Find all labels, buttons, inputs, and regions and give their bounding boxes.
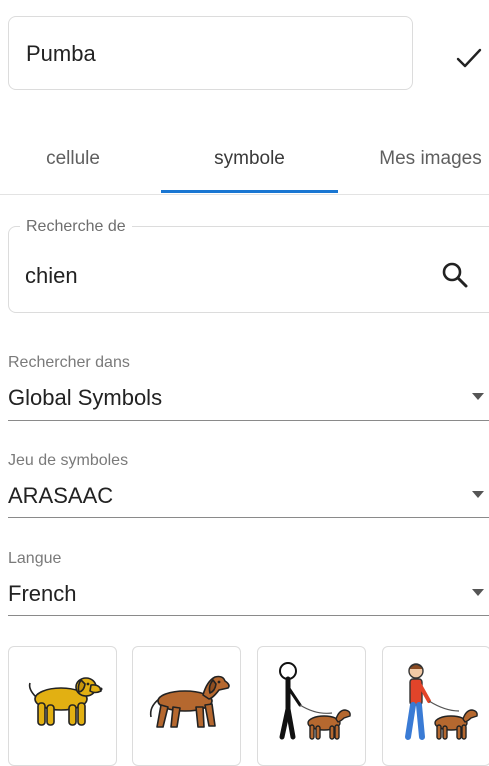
search-icon [442,262,468,288]
tab-mes-images[interactable]: Mes images [352,128,489,192]
cell-name-field[interactable]: Pumba [8,16,413,90]
search-in-underline [8,420,489,421]
search-field[interactable] [8,226,489,313]
arrow-drop-down-icon[interactable] [472,393,484,400]
search-in-label: Rechercher dans [8,354,130,371]
dog-icon [149,675,230,728]
language-label: Langue [8,550,62,567]
symbol-result-brown-dog[interactable] [132,646,241,766]
search-label: Recherche de [20,218,132,236]
confirm-button[interactable] [451,40,487,76]
language-select[interactable]: French [8,581,76,607]
check-icon [456,48,482,68]
tab-cellule[interactable]: cellule [0,128,146,192]
dog-icon [28,677,103,726]
search-input[interactable]: chien [25,263,78,289]
arrow-drop-down-icon[interactable] [472,589,484,596]
arrow-drop-down-icon[interactable] [472,491,484,498]
symbol-set-underline [8,517,489,518]
search-in-select[interactable]: Global Symbols [8,385,162,411]
symbol-result-walking-dog-person[interactable] [382,646,489,766]
symbol-result-walking-dog-stick-figure[interactable] [257,646,366,766]
language-underline [8,615,489,616]
active-tab-indicator [161,190,338,193]
person-walking-dog-icon [279,662,351,740]
cell-name-input[interactable]: Pumba [26,41,96,67]
tab-symbole[interactable]: symbole [161,128,338,192]
symbol-result-yellow-dog[interactable] [8,646,117,766]
symbol-set-select[interactable]: ARASAAC [8,483,113,509]
person-walking-dog-icon [405,663,478,740]
tab-bar: cellule symbole Mes images [0,128,489,195]
search-button[interactable] [440,260,470,290]
symbol-set-label: Jeu de symboles [8,452,129,469]
